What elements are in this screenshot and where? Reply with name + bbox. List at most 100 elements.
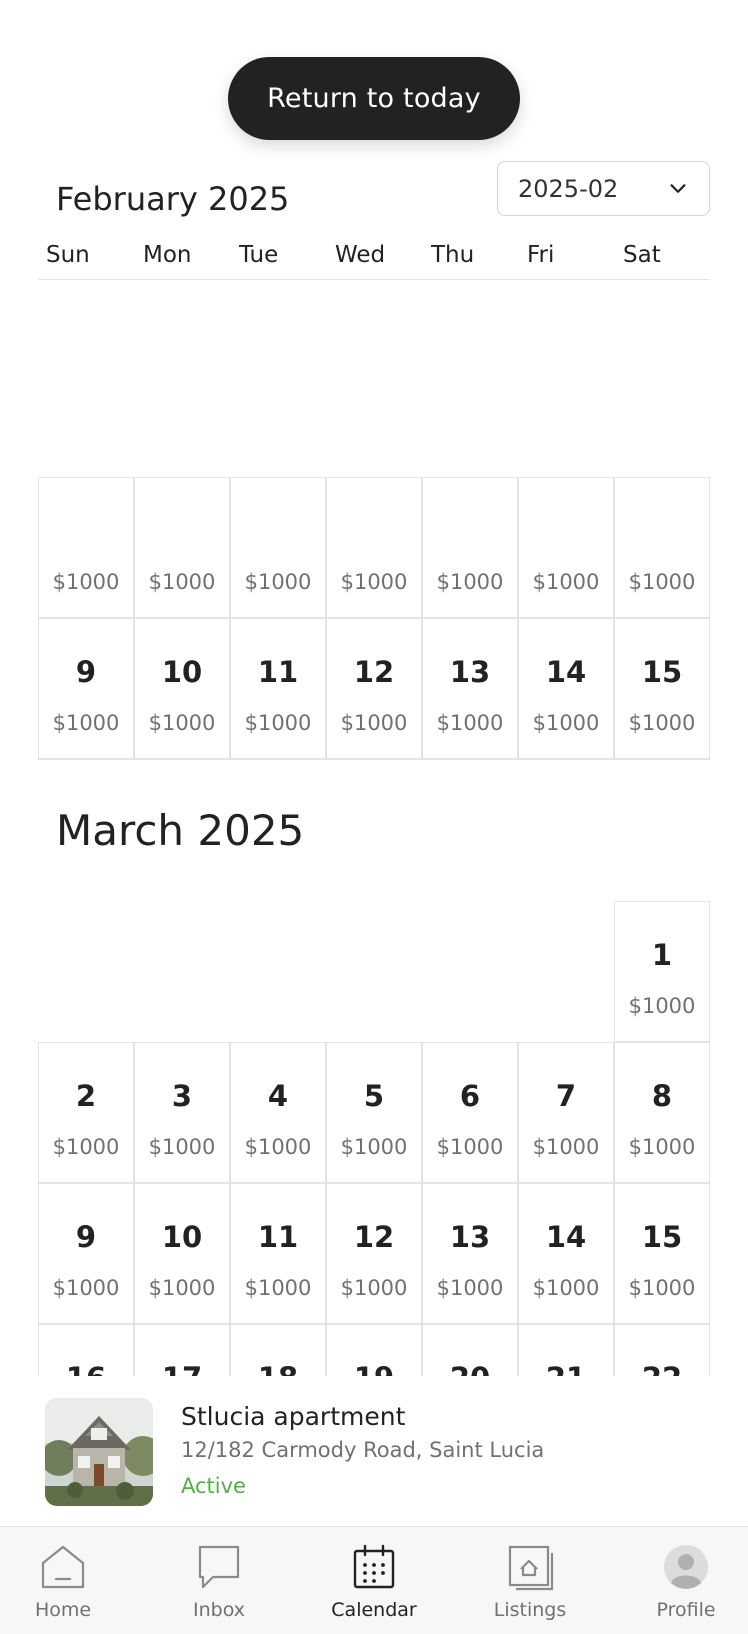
day-price: $1000	[532, 711, 600, 735]
calendar-day-cell[interactable]: 18$1000	[230, 759, 326, 760]
calendar-day-cell[interactable]: 7 $1000	[518, 1042, 614, 1183]
calendar-day-cell[interactable]: 20$1000	[422, 759, 518, 760]
calendar-day-cell[interactable]: $1000	[614, 477, 710, 618]
day-price: $1000	[628, 994, 696, 1018]
calendar-day-cell[interactable]: 8 $1000	[614, 1042, 710, 1183]
calendar-day-cell[interactable]: 20$1000	[422, 1324, 518, 1376]
calendar-day-cell[interactable]: 17$1000	[134, 1324, 230, 1376]
nav-profile[interactable]: Profile	[626, 1543, 746, 1621]
nav-calendar[interactable]: Calendar	[314, 1543, 434, 1621]
nav-listings[interactable]: Listings	[470, 1543, 590, 1621]
listing-title: Stlucia apartment	[181, 1402, 406, 1431]
day-price: $1000	[436, 1276, 504, 1300]
calendar-day-cell[interactable]: 5 $1000	[326, 1042, 422, 1183]
month-title-february: February 2025	[56, 180, 290, 218]
day-price: $1000	[532, 1276, 600, 1300]
calendar-day-cell[interactable]: 12 $1000	[326, 1183, 422, 1324]
calendar-day-cell[interactable]: 15 $1000	[614, 1183, 710, 1324]
day-number: 12	[353, 1220, 395, 1254]
calendar-day-cell[interactable]: 10 $1000	[134, 1183, 230, 1324]
calendar-day-cell[interactable]: 13 $1000	[422, 618, 518, 759]
day-number: 5	[363, 1079, 385, 1113]
calendar-day-cell[interactable]: 4 $1000	[230, 1042, 326, 1183]
day-price: $1000	[340, 711, 408, 735]
day-price: $1000	[244, 1276, 312, 1300]
calendar-day-cell[interactable]: 21$1000	[518, 759, 614, 760]
nav-inbox[interactable]: Inbox	[159, 1543, 279, 1621]
day-number: 13	[449, 1220, 491, 1254]
calendar-day-cell[interactable]: 16$1000	[38, 759, 134, 760]
calendar-day-cell[interactable]: 2 $1000	[38, 1042, 134, 1183]
day-price: $1000	[52, 711, 120, 735]
day-number: 21	[519, 1361, 613, 1376]
calendar-icon	[353, 1544, 395, 1589]
calendar-day-cell[interactable]: 16$1000	[38, 1324, 134, 1376]
day-number: 7	[555, 1079, 577, 1113]
day-price: $1000	[148, 1135, 216, 1159]
calendar-day-cell[interactable]: 6 $1000	[422, 1042, 518, 1183]
day-number: 17	[135, 1361, 229, 1376]
calendar-day-cell[interactable]: 9 $1000	[38, 618, 134, 759]
calendar-day-cell[interactable]: 14 $1000	[518, 1183, 614, 1324]
calendar-day-cell[interactable]: 19$1000	[326, 1324, 422, 1376]
calendar-day-cell[interactable]: 3 $1000	[134, 1042, 230, 1183]
calendar-day-cell[interactable]: $1000	[422, 477, 518, 618]
day-number: 6	[459, 1079, 481, 1113]
listings-icon	[508, 1545, 554, 1591]
nav-label-calendar: Calendar	[331, 1599, 417, 1621]
day-number: 8	[651, 1079, 673, 1113]
day-number: 9	[75, 655, 97, 689]
day-price: $1000	[52, 570, 120, 594]
day-number: 9	[75, 1220, 97, 1254]
chat-bubble-icon	[198, 1545, 240, 1589]
calendar-day-cell[interactable]: 1 $1000	[614, 901, 710, 1042]
listing-address: 12/182 Carmody Road, Saint Lucia	[181, 1438, 545, 1462]
nav-label-profile: Profile	[656, 1599, 716, 1621]
calendar-day-cell[interactable]: 17$1000	[134, 759, 230, 760]
day-price: $1000	[628, 1276, 696, 1300]
calendar-day-cell[interactable]: $1000	[134, 477, 230, 618]
nav-label-home: Home	[34, 1599, 92, 1621]
calendar-day-cell[interactable]: 9 $1000	[38, 1183, 134, 1324]
nav-home[interactable]: Home	[3, 1543, 123, 1621]
day-number: 22	[615, 1361, 709, 1376]
day-price: $1000	[532, 570, 600, 594]
weekday-fri: Fri	[527, 242, 555, 268]
bottom-nav: Home Inbox Calendar Listings Profile	[0, 1526, 748, 1634]
listing-card[interactable]: Stlucia apartment 12/182 Carmody Road, S…	[0, 1376, 748, 1526]
calendar-day-cell[interactable]: 10 $1000	[134, 618, 230, 759]
day-price: $1000	[340, 570, 408, 594]
calendar-day-cell[interactable]: 14 $1000	[518, 618, 614, 759]
calendar-day-cell[interactable]: 13 $1000	[422, 1183, 518, 1324]
weekday-wed: Wed	[335, 242, 386, 268]
calendar-day-cell[interactable]: 19$1000	[326, 759, 422, 760]
day-number: 15	[641, 1220, 683, 1254]
day-number: 3	[171, 1079, 193, 1113]
day-number: 4	[267, 1079, 289, 1113]
calendar-day-cell[interactable]: 15 $1000	[614, 618, 710, 759]
weekday-sun: Sun	[46, 242, 90, 268]
day-price: $1000	[628, 570, 696, 594]
calendar-day-cell[interactable]: 11 $1000	[230, 1183, 326, 1324]
calendar-day-cell[interactable]: 12 $1000	[326, 618, 422, 759]
return-to-today-button[interactable]: Return to today	[228, 57, 520, 140]
calendar-day-cell[interactable]: $1000	[326, 477, 422, 618]
listing-photo	[45, 1398, 153, 1506]
day-price: $1000	[52, 1135, 120, 1159]
chevron-down-icon	[670, 183, 686, 193]
calendar-day-cell[interactable]: $1000	[518, 477, 614, 618]
day-price: $1000	[532, 1135, 600, 1159]
calendar-day-cell[interactable]: 11 $1000	[230, 618, 326, 759]
calendar-day-cell[interactable]: 21$1000	[518, 1324, 614, 1376]
home-icon	[41, 1545, 85, 1589]
listing-status: Active	[181, 1474, 246, 1498]
month-select[interactable]: 2025-02	[497, 161, 710, 216]
day-price: $1000	[340, 1276, 408, 1300]
february-clip: $1000 $1000 $1000 $1000 $1000 $1000 $1000 9 $100…	[0, 280, 748, 760]
calendar-day-cell[interactable]: $1000	[230, 477, 326, 618]
calendar-day-cell[interactable]: 22$1000	[614, 759, 710, 760]
calendar-day-cell[interactable]: 22$1000	[614, 1324, 710, 1376]
day-number: 19	[327, 1361, 421, 1376]
calendar-day-cell[interactable]: 18$1000	[230, 1324, 326, 1376]
calendar-day-cell[interactable]: $1000	[38, 477, 134, 618]
